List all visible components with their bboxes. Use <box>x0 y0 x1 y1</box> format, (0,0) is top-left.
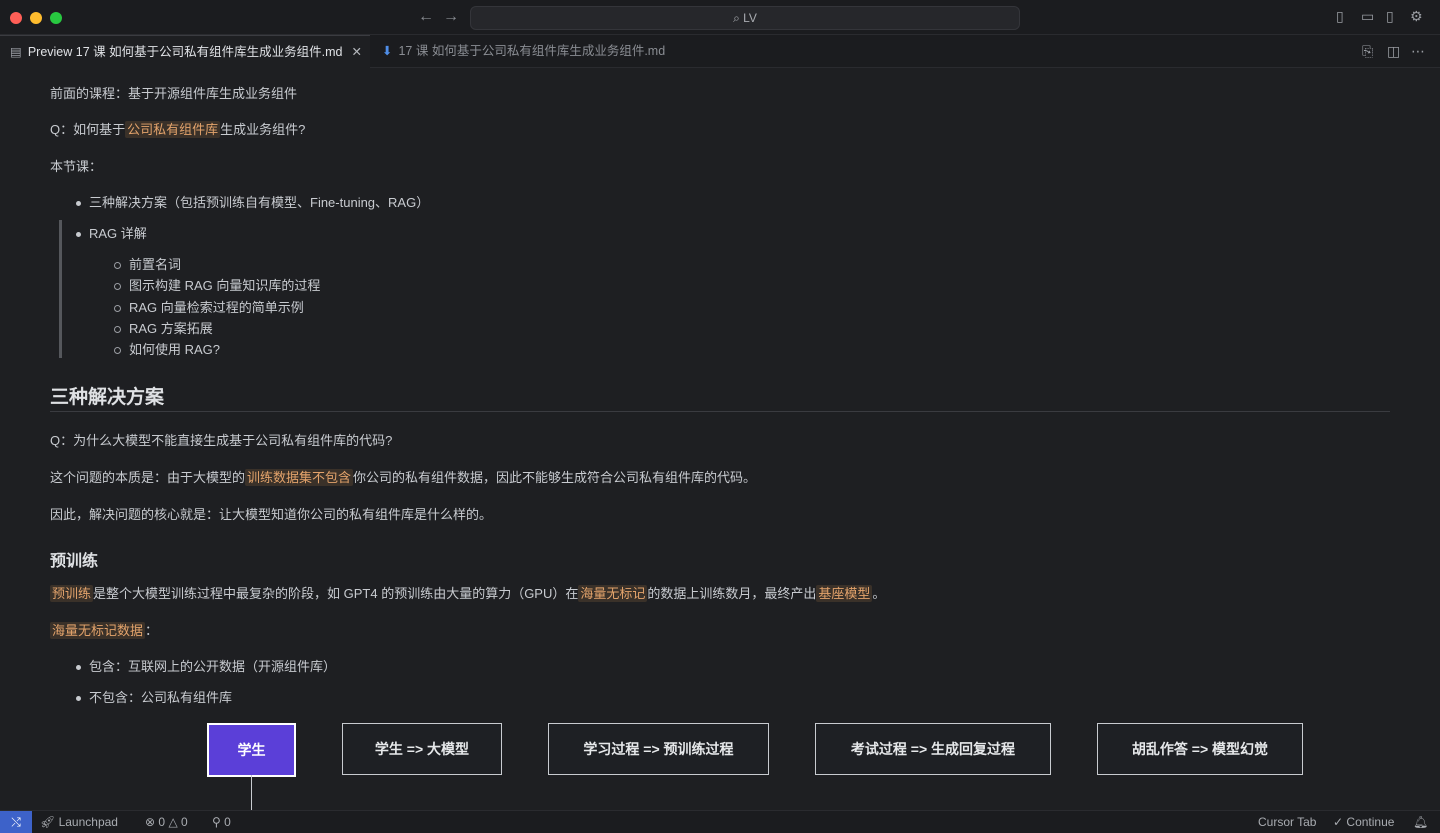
continue-label: Continue <box>1346 815 1395 829</box>
list-item: 包含：互联网上的公开数据（开源组件库） <box>76 656 336 675</box>
maximize-window-button[interactable] <box>50 12 62 24</box>
close-window-button[interactable] <box>10 12 22 24</box>
list-item: RAG 详解 <box>76 223 147 242</box>
cursor-tab-button[interactable]: Cursor Tab <box>1258 815 1316 829</box>
diagram-node-learning-pretraining: 学习过程 => 预训练过程 <box>548 723 769 775</box>
problems-indicator[interactable]: ⊗ 0 △ 0 <box>145 815 188 829</box>
question-suffix: 生成业务组件? <box>220 122 306 137</box>
close-tab-icon[interactable]: ✕ <box>352 36 362 68</box>
essence-suffix: 你公司的私有组件数据，因此不能够生成符合公司私有组件库的代码。 <box>353 470 757 485</box>
section-label: 本节课： <box>50 159 103 174</box>
diagram-node-student: 学生 <box>207 723 296 777</box>
pretraining-period: 。 <box>872 586 886 601</box>
launchpad-label: Launchpad <box>58 815 118 829</box>
notifications-bell-icon[interactable]: 🔔︎ <box>1413 815 1428 829</box>
toggle-secondary-sidebar-icon[interactable]: ▯ <box>1386 8 1394 25</box>
toggle-panel-icon[interactable]: ▭ <box>1361 8 1374 25</box>
data-highlight: 海量无标记数据 <box>50 622 146 639</box>
editor-tab-bar: ▤ Preview 17 课 如何基于公司私有组件库生成业务组件.md ✕ ⬇ 17… <box>0 35 1440 68</box>
split-editor-icon[interactable]: ◫ <box>1387 43 1400 60</box>
list-item: 三种解决方案（包括预训练自有模型、Fine-tuning、RAG） <box>76 192 429 211</box>
ports-count: 0 <box>224 815 231 829</box>
sub-list-item: 如何使用 RAG? <box>114 339 220 358</box>
sub-list-item: 前置名词 <box>114 254 181 273</box>
search-icon: ⌕ <box>733 11 740 25</box>
rocket-icon: 🚀︎ <box>40 815 56 829</box>
pretraining-text-2: 的数据上训练数月，最终产出 <box>647 586 817 601</box>
toggle-sidebar-icon[interactable]: ▯ <box>1336 8 1344 25</box>
diagram-connector <box>251 775 252 810</box>
sub-list-item-text: 前置名词 <box>129 257 182 272</box>
list-item-text: 包含：互联网上的公开数据（开源组件库） <box>89 659 337 674</box>
warning-icon: △ <box>168 815 178 829</box>
data-label-paragraph: 海量无标记数据： <box>50 620 158 639</box>
diagram-node-student-model: 学生 => 大模型 <box>342 723 502 775</box>
tab-preview-label: Preview 17 课 如何基于公司私有组件库生成业务组件.md <box>27 45 343 59</box>
intro-paragraph: 前面的课程：基于开源组件库生成业务组件 <box>50 86 298 101</box>
sub-list-item: 图示构建 RAG 向量知识库的过程 <box>114 275 320 294</box>
section-heading: 三种解决方案 <box>50 387 165 408</box>
sub-list-item-text: RAG 向量检索过程的简单示例 <box>129 300 304 315</box>
sub-list-item-text: 如何使用 RAG? <box>129 342 221 357</box>
status-bar: ⤭ 🚀︎ Launchpad ⊗ 0 △ 0 ⚲ 0 Cursor Tab ✓ … <box>0 810 1440 833</box>
subsection-heading: 预训练 <box>50 553 99 570</box>
pretraining-text: 是整个大模型训练过程中最复杂的阶段，如 GPT4 的预训练由大量的算力（GPU）… <box>93 586 579 601</box>
error-count: 0 <box>158 815 166 829</box>
sub-list-item: RAG 方案拓展 <box>114 318 213 337</box>
error-icon: ⊗ <box>145 815 156 829</box>
more-actions-icon[interactable]: ⋯ <box>1411 43 1425 60</box>
tab-markdown-label: 17 课 如何基于公司私有组件库生成业务组件.md <box>398 44 666 58</box>
settings-gear-icon[interactable]: ⚙ <box>1410 8 1423 25</box>
pretraining-highlight: 预训练 <box>50 585 94 602</box>
tab-preview[interactable]: ▤ Preview 17 课 如何基于公司私有组件库生成业务组件.md ✕ <box>0 35 370 68</box>
back-arrow-icon[interactable]: ← <box>418 8 434 26</box>
ports-indicator[interactable]: ⚲ 0 <box>212 815 231 829</box>
diagram-node-exam-generation: 考试过程 => 生成回复过程 <box>815 723 1051 775</box>
sub-list-item-text: RAG 方案拓展 <box>129 321 213 336</box>
list-item-text: 不包含：公司私有组件库 <box>89 690 233 705</box>
launchpad-button[interactable]: 🚀︎ Launchpad <box>40 815 118 829</box>
minimize-window-button[interactable] <box>30 12 42 24</box>
preview-icon: ▤ <box>10 45 22 59</box>
title-bar: ← → ⌕ LV ▯ ▭ ▯ ⚙ <box>0 0 1440 35</box>
open-source-icon[interactable]: ⎘ <box>1362 43 1373 60</box>
essence-highlight: 训练数据集不包含 <box>245 469 354 486</box>
remote-indicator-icon[interactable]: ⤭ <box>0 811 32 833</box>
search-text: LV <box>743 11 757 25</box>
pretraining-paragraph: 预训练 是整个大模型训练过程中最复杂的阶段，如 GPT4 的预训练由大量的算力（G… <box>50 583 885 602</box>
list-item: 不包含：公司私有组件库 <box>76 687 232 706</box>
markdown-file-icon: ⬇ <box>382 44 393 58</box>
sub-list-item: RAG 向量检索过程的简单示例 <box>114 297 304 316</box>
list-item-text: 三种解决方案（包括预训练自有模型、Fine-tuning、RAG） <box>89 195 430 210</box>
markdown-preview: 前面的课程：基于开源组件库生成业务组件 Q：如何基于 公司私有组件库 生成业务组件?… <box>0 68 1440 810</box>
command-search-box[interactable]: ⌕ LV <box>470 6 1020 30</box>
core-paragraph: 因此，解决问题的核心就是：让大模型知道你公司的私有组件库是什么样的。 <box>50 507 493 522</box>
tab-markdown-source[interactable]: ⬇ 17 课 如何基于公司私有组件库生成业务组件.md <box>372 35 692 67</box>
sub-list-item-text: 图示构建 RAG 向量知识库的过程 <box>129 278 321 293</box>
essence-prefix: 这个问题的本质是：由于大模型的 <box>50 470 246 485</box>
warning-count: 0 <box>181 815 188 829</box>
selection-indicator <box>59 220 62 358</box>
essence-paragraph: 这个问题的本质是：由于大模型的 训练数据集不包含 你公司的私有组件数据，因此不能够生… <box>50 467 756 486</box>
forward-arrow-icon[interactable]: → <box>443 8 459 26</box>
list-item-text: RAG 详解 <box>89 226 147 241</box>
question-paragraph: Q：为什么大模型不能直接生成基于公司私有组件库的代码? <box>50 433 393 448</box>
check-icon: ✓ <box>1333 815 1344 829</box>
antenna-icon: ⚲ <box>212 815 221 829</box>
continue-button[interactable]: ✓ Continue <box>1333 815 1394 829</box>
heading-divider <box>50 411 1390 412</box>
diagram-node-hallucination: 胡乱作答 => 模型幻觉 <box>1097 723 1303 775</box>
unlabeled-highlight: 海量无标记 <box>578 585 648 602</box>
question-prefix: Q：如何基于 <box>50 122 126 137</box>
base-model-highlight: 基座模型 <box>816 585 873 602</box>
question-paragraph: Q：如何基于 公司私有组件库 生成业务组件? <box>50 119 305 138</box>
data-colon: ： <box>145 623 159 638</box>
question-highlight: 公司私有组件库 <box>125 121 221 138</box>
